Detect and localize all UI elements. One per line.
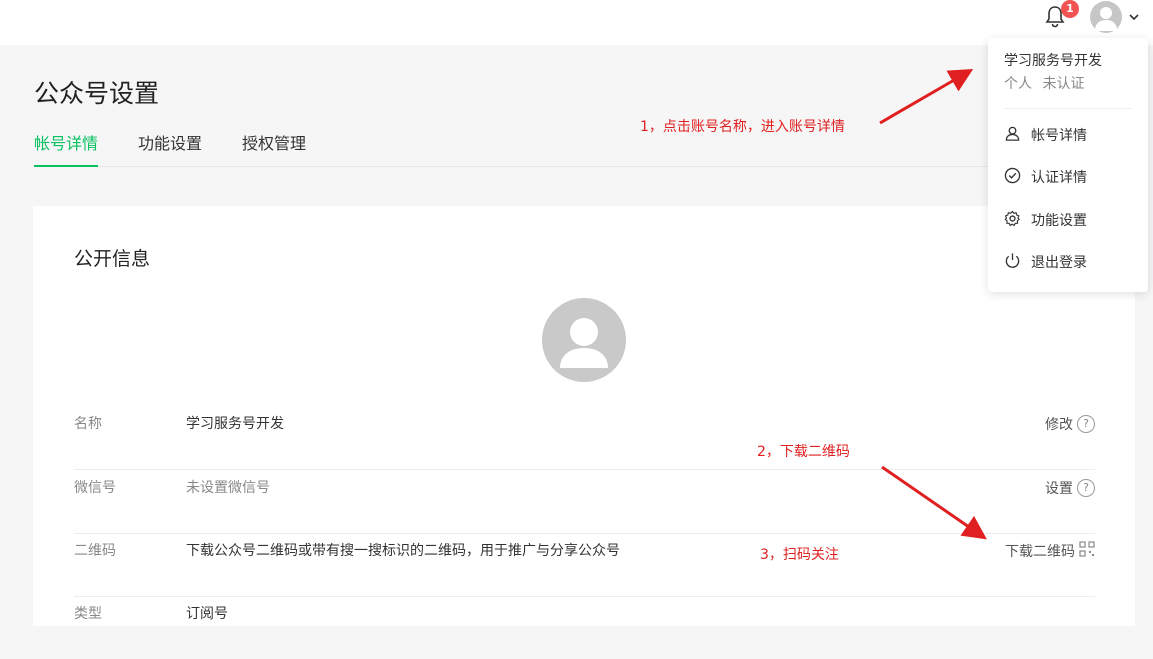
annotation-step-1: 1，点击账号名称，进入账号详情 [640, 119, 845, 135]
annotation-step-3: 3，扫码关注 [760, 547, 839, 563]
dropdown-account-name[interactable]: 学习服务号开发 [1004, 50, 1102, 70]
chevron-down-icon[interactable] [1127, 9, 1141, 23]
menu-item-label: 帐号详情 [1031, 128, 1087, 144]
info-row-wechat-id: 微信号 未设置微信号 设置 ? [74, 470, 1095, 534]
help-icon[interactable]: ? [1077, 479, 1095, 497]
row-value: 订阅号 [186, 606, 228, 622]
info-row-name: 名称 学习服务号开发 修改 ? [74, 406, 1095, 470]
info-row-type: 类型 订阅号 [74, 596, 1095, 659]
arrow-to-account-name [879, 68, 974, 125]
power-icon [1004, 252, 1021, 273]
account-dropdown-menu: 学习服务号开发 个人 未认证 帐号详情 认证详情 功能设置 退出登录 [988, 38, 1148, 292]
row-label: 二维码 [74, 543, 116, 559]
menu-item-account-details[interactable]: 帐号详情 [1004, 124, 1087, 146]
section-title: 公开信息 [74, 248, 151, 270]
gear-icon [1004, 210, 1021, 231]
qrcode-icon [1079, 541, 1095, 561]
divider [1004, 108, 1132, 109]
tab-account-details[interactable]: 帐号详情 [34, 133, 99, 167]
set-wechat-id-button[interactable]: 设置 ? [1045, 478, 1095, 498]
notification-badge: 1 [1061, 0, 1079, 18]
menu-item-label: 认证详情 [1031, 170, 1087, 186]
tab-authorization-management[interactable]: 授权管理 [242, 133, 306, 165]
menu-item-feature-settings[interactable]: 功能设置 [1004, 209, 1087, 231]
page-title: 公众号设置 [34, 79, 160, 108]
dropdown-account-status: 个人 未认证 [1004, 76, 1085, 92]
public-info-card: 公开信息 名称 学习服务号开发 修改 ? 微信号 未设置微信号 设置 ? 二维码… [33, 206, 1135, 626]
edit-name-button[interactable]: 修改 ? [1045, 414, 1095, 434]
menu-item-label: 功能设置 [1031, 213, 1087, 229]
menu-item-label: 退出登录 [1031, 255, 1087, 271]
download-qrcode-button[interactable]: 下载二维码 [1005, 541, 1095, 561]
row-label: 微信号 [74, 480, 116, 496]
account-avatar [542, 298, 626, 382]
row-label: 类型 [74, 606, 102, 622]
user-avatar[interactable] [1090, 1, 1122, 33]
menu-item-certification-details[interactable]: 认证详情 [1004, 166, 1087, 188]
info-row-qrcode: 二维码 下载公众号二维码或带有搜一搜标识的二维码，用于推广与分享公众号 下载二维… [74, 533, 1095, 597]
help-icon[interactable]: ? [1077, 415, 1095, 433]
check-circle-icon [1004, 167, 1021, 188]
tab-feature-settings[interactable]: 功能设置 [138, 133, 202, 165]
row-value: 未设置微信号 [186, 480, 270, 496]
annotation-step-2: 2，下载二维码 [757, 444, 850, 460]
action-label: 下载二维码 [1005, 544, 1075, 560]
action-label: 设置 [1045, 481, 1073, 497]
menu-item-logout[interactable]: 退出登录 [1004, 251, 1087, 273]
action-label: 修改 [1045, 417, 1073, 433]
settings-tabs: 帐号详情 功能设置 授权管理 [34, 133, 1134, 167]
top-bar: 1 [0, 0, 1153, 45]
row-value: 学习服务号开发 [186, 416, 284, 432]
row-label: 名称 [74, 416, 102, 432]
user-icon [1004, 125, 1021, 146]
row-value: 下载公众号二维码或带有搜一搜标识的二维码，用于推广与分享公众号 [186, 543, 620, 559]
